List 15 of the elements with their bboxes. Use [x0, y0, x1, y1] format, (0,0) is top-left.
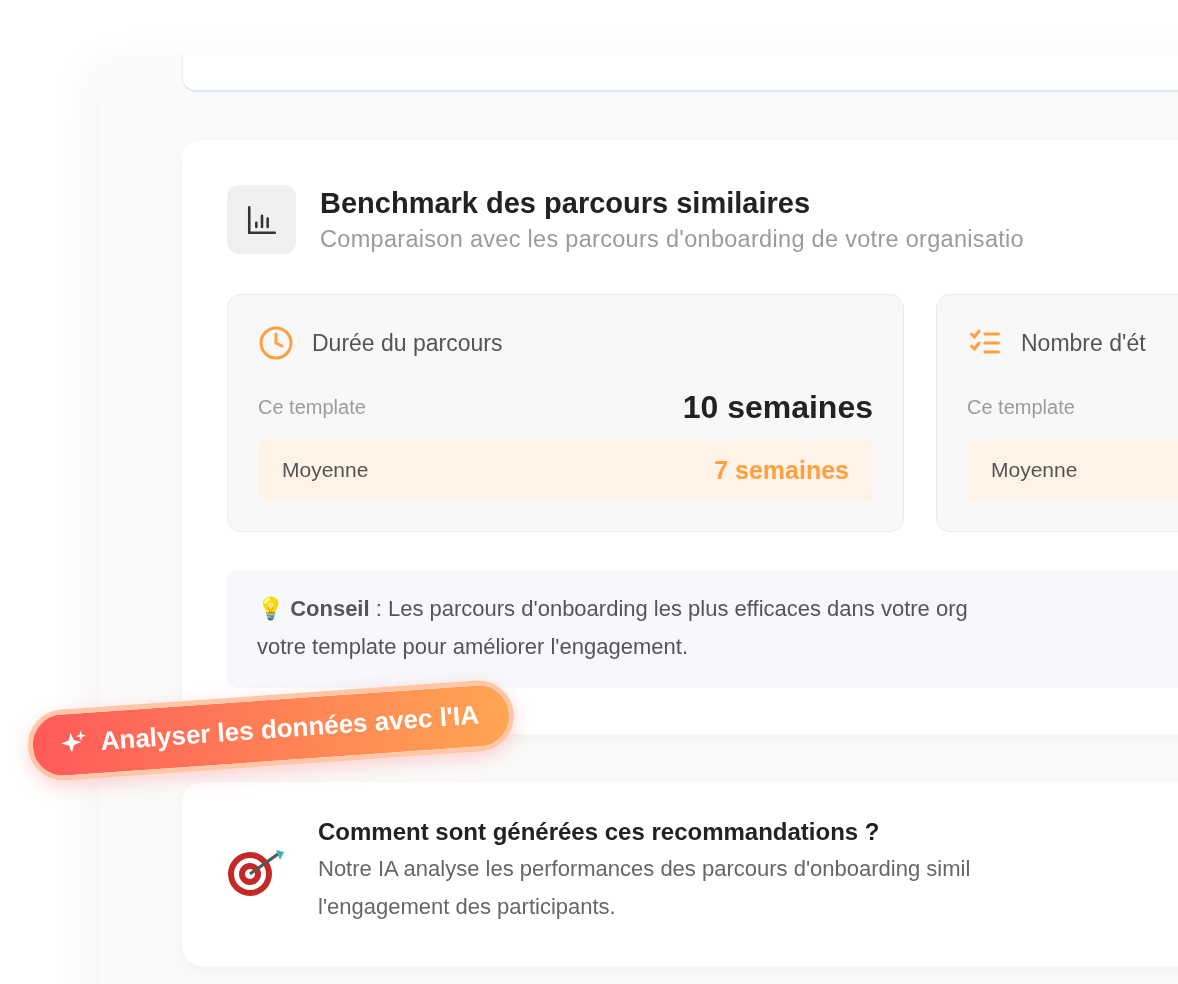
- tip-text: 💡 Conseil : Les parcours d'onboarding les plus efficaces dans votre org votre template pour améliorer l'engagement.: [257, 596, 968, 659]
- info-title: Comment sont générées ces recommandations ?: [318, 818, 881, 846]
- card-title: Benchmark des parcours similaires: [320, 186, 811, 220]
- template-value: 10 semaines: [682, 388, 873, 426]
- stat-title: Durée du parcours: [312, 329, 503, 357]
- average-label: Moyenne: [282, 458, 369, 482]
- template-label: Ce template: [967, 395, 1075, 419]
- average-label: Moyenne: [991, 458, 1078, 482]
- clock-icon: [258, 325, 294, 361]
- template-label: Ce template: [258, 395, 366, 419]
- stat-title: Nombre d'ét: [1021, 329, 1146, 357]
- average-value: 7 semaines: [714, 455, 849, 485]
- chart-icon: [227, 185, 296, 254]
- info-text: Notre IA analyse les performances des parcours d'onboarding simil l'engagement des participants.: [318, 855, 971, 921]
- card-subtitle: Comparaison avec les parcours d'onboarding de votre organisatio: [320, 225, 1024, 253]
